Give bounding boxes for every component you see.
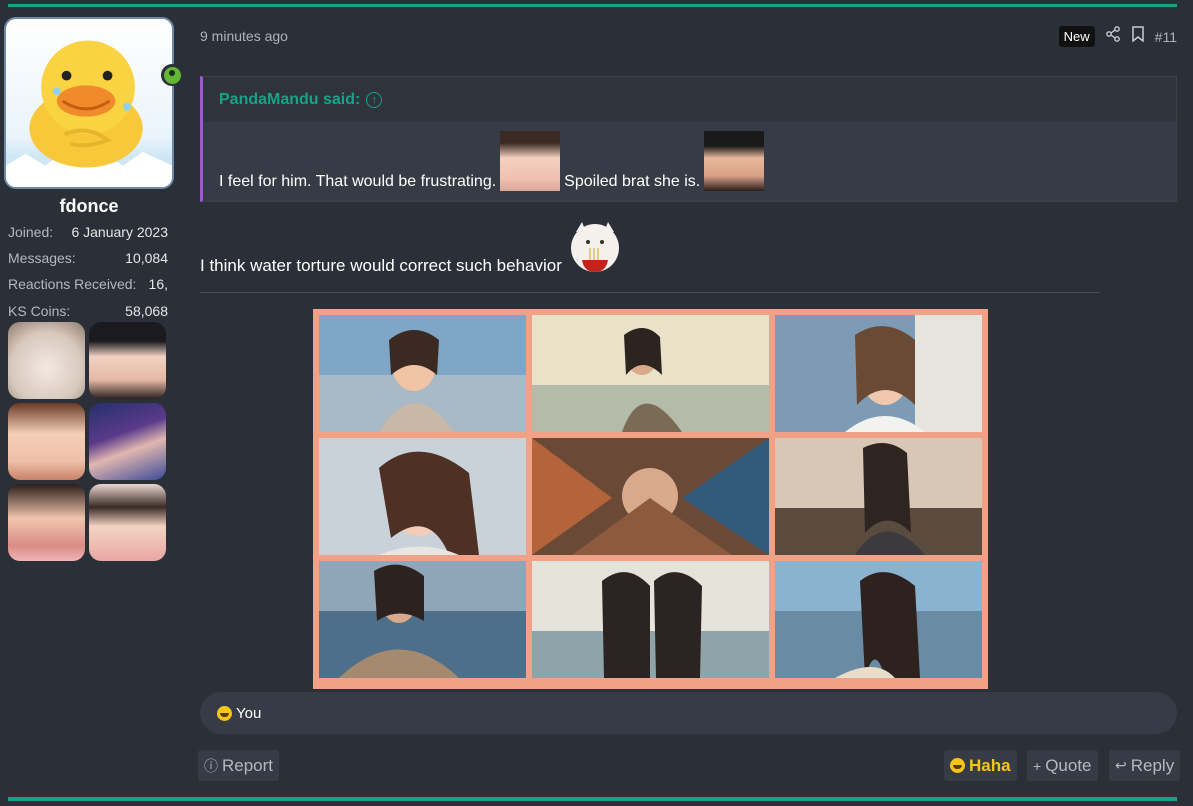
quote-label: Quote <box>1045 755 1092 775</box>
collage-photo <box>775 438 982 555</box>
reply-button[interactable]: ↩ Reply <box>1109 750 1181 781</box>
quote-author[interactable]: PandaMandu said: <box>219 91 360 109</box>
arrow-up-circle-icon[interactable]: ↑ <box>366 91 383 108</box>
gallery-thumb[interactable] <box>8 484 85 561</box>
collage-photo <box>319 438 526 555</box>
quote-button[interactable]: + Quote <box>1027 750 1098 781</box>
gallery-thumb[interactable] <box>89 322 166 399</box>
collage-photo <box>775 561 982 678</box>
collage-photo <box>775 315 982 432</box>
plus-icon: + <box>1033 757 1042 774</box>
stat-messages: Messages: 10,084 <box>8 250 168 266</box>
reactions-bar[interactable]: You <box>200 692 1177 734</box>
noodle-cat-sticker <box>566 218 624 276</box>
top-accent-bar <box>8 4 1177 7</box>
stat-label: Reactions Received: <box>8 276 137 292</box>
gallery-thumb[interactable] <box>8 403 85 480</box>
report-button[interactable]: ⓘ Report <box>198 750 280 781</box>
quote-text: I feel for him. That would be frustratin… <box>219 173 497 190</box>
reply-label: Reply <box>1130 755 1175 775</box>
quote-block: PandaMandu said: ↑ I feel for him. That … <box>200 76 1177 202</box>
stat-reactions: Reactions Received: 16, <box>8 276 168 292</box>
haha-emoji-icon <box>950 758 965 773</box>
quote-text: Spoiled brat she is. <box>564 173 701 190</box>
online-status-icon <box>161 64 183 86</box>
stat-value: 58,068 <box>125 303 168 319</box>
collage-row <box>319 561 982 678</box>
quote-body: I feel for him. That would be frustratin… <box>219 131 768 191</box>
collage-photo <box>532 315 769 432</box>
stat-value: 6 January 2023 <box>71 224 168 240</box>
post-header-actions: New #11 <box>1058 26 1177 47</box>
quote-header: PandaMandu said: ↑ <box>203 77 1176 122</box>
post-time[interactable]: 9 minutes ago <box>200 28 288 44</box>
stat-value: 16, <box>148 276 168 292</box>
collage-photo <box>319 561 526 678</box>
bottom-accent-bar <box>8 797 1177 801</box>
quote-emote-image <box>500 131 561 191</box>
stat-label: Messages: <box>8 250 76 266</box>
stat-label: Joined: <box>8 224 54 240</box>
user-badge-gallery <box>8 322 170 561</box>
collage-photo <box>319 315 526 432</box>
collage-photo <box>532 561 769 678</box>
haha-label: Haha <box>969 755 1011 775</box>
stat-label: KS Coins: <box>8 303 71 319</box>
warning-icon: ⓘ <box>204 757 218 774</box>
username[interactable]: fdonce <box>4 196 174 217</box>
post-text: I think water torture would correct such… <box>200 256 562 275</box>
quote-emote-image <box>704 131 765 191</box>
stat-coins: KS Coins: 58,068 <box>8 303 168 319</box>
avatar[interactable] <box>4 17 174 189</box>
haha-reaction-button[interactable]: Haha <box>944 750 1017 781</box>
collage-row <box>319 438 982 555</box>
report-label: Report <box>222 755 274 775</box>
duck-avatar-image <box>6 40 172 187</box>
reactions-summary[interactable]: You <box>236 705 261 722</box>
share-icon[interactable] <box>1105 26 1121 47</box>
gallery-thumb[interactable] <box>89 403 166 480</box>
bookmark-icon[interactable] <box>1131 26 1145 47</box>
stat-joined: Joined: 6 January 2023 <box>8 224 168 240</box>
gallery-thumb[interactable] <box>89 484 166 561</box>
collage-row <box>319 315 982 432</box>
haha-emoji-icon <box>217 705 232 721</box>
new-badge: New <box>1058 26 1095 47</box>
image-collage[interactable] <box>313 309 988 689</box>
post-number[interactable]: #11 <box>1155 29 1177 45</box>
post-body: I think water torture would correct such… <box>200 218 624 276</box>
post-divider <box>200 292 1100 293</box>
collage-photo <box>532 438 769 555</box>
stat-value: 10,084 <box>125 250 168 266</box>
reply-arrow-icon: ↩ <box>1115 757 1127 773</box>
gallery-thumb[interactable] <box>8 322 85 399</box>
